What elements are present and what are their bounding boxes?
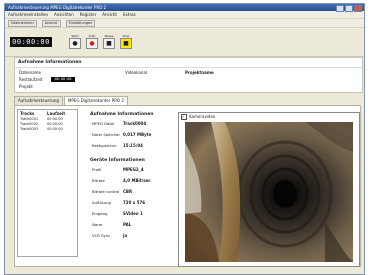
menu-item-register[interactable]: Register: [80, 11, 96, 18]
play-icon: ●: [72, 39, 78, 47]
detail-key: Bitrate: [92, 178, 105, 183]
detail-key: Bitrate control: [92, 189, 120, 194]
detail-key: VCR Sync: [92, 233, 111, 238]
track-name: Track0003: [20, 127, 39, 131]
label-projekt: Projekt: [19, 84, 33, 89]
start-button[interactable]: ●: [69, 38, 81, 49]
label-videokanal: Videokanal: [125, 70, 148, 75]
label-dateiname: Dateiname: [19, 70, 42, 75]
title-bar[interactable]: Aufnahmesteuerung MPEG Digitalrekorder P…: [5, 4, 364, 12]
record-control: Aufn ●: [86, 34, 98, 49]
window-controls: [336, 5, 362, 12]
detail-key: MPEG Datei: [92, 121, 115, 126]
detail-row: Datei Speicher 0,017 MByte: [88, 130, 174, 141]
detail-row: Bitrate 4,0 MBit/sec: [88, 176, 174, 187]
menu-bar: Aufnahmeeinstellen Ansichten Register An…: [5, 11, 364, 19]
detail-row: Eingang SVideo 1: [88, 209, 174, 220]
tab-aufnahmesteuerung[interactable]: Aufnahmesteuerung: [14, 96, 63, 105]
detail-key: Norm: [92, 222, 103, 227]
detail-key: Datei Speicher: [92, 132, 120, 137]
toolbar: Übernehmen Ansicht Einstellungen: [5, 19, 364, 28]
stop-button[interactable]: ■: [120, 38, 132, 49]
detail-key: Profil: [92, 167, 102, 172]
recording-info-title: Aufnahme Informationen: [15, 58, 362, 68]
detail-row: Auflösung 720 x 576: [88, 198, 174, 209]
detail-row: Bitrate control CBR: [88, 187, 174, 198]
toolbar-uebernehmen-button[interactable]: Übernehmen: [8, 19, 37, 27]
detail-value: 720 x 576: [123, 200, 146, 205]
detail-value: 0,017 MByte: [123, 132, 152, 137]
detail-value: SVideo 1: [123, 211, 143, 216]
project-name-value: Projektname: [185, 70, 214, 75]
detail-value: PAL: [123, 222, 132, 227]
pipe-inspection-video: [185, 122, 353, 262]
detail-row: VCR Sync ja: [88, 231, 174, 242]
detail-key: Restspeicher: [92, 143, 117, 148]
recording-controls: 00:00:00 Start ● Aufn ● Pause ■ Stop ■: [5, 28, 364, 57]
detail-value: CBR: [123, 189, 133, 194]
tab-strip: Aufnahmesteuerung MPEG Digitalrekorder P…: [14, 96, 128, 105]
menu-item-aufnahmeeinstellen[interactable]: Aufnahmeeinstellen: [8, 11, 48, 18]
laufzeit-column-header: Laufzeit: [47, 111, 66, 116]
pause-control: Pause ■: [103, 34, 115, 49]
maximize-icon[interactable]: [345, 5, 353, 12]
camera-label: Kameravideo: [189, 114, 216, 119]
camera-header: Kameravideo: [179, 113, 359, 120]
record-icon: ●: [89, 39, 95, 47]
detail-value: ja: [123, 233, 128, 238]
pause-icon: ■: [106, 39, 112, 47]
toolbar-einstellungen-button[interactable]: Einstellungen: [65, 19, 96, 27]
pause-button[interactable]: ■: [103, 38, 115, 49]
recording-info-panel: Aufnahme Informationen Dateiname Restlau…: [14, 57, 363, 93]
close-icon[interactable]: [354, 5, 362, 12]
detail-value: 15:15:04: [123, 143, 143, 148]
recording-details-title: Aufnahme Informationen: [90, 112, 154, 117]
pause-caption: Pause: [104, 34, 114, 38]
detail-row: MPEG Datei Track0004: [88, 119, 174, 130]
detail-value: MPEG2_4: [123, 167, 144, 172]
stop-control: Stop ■: [120, 34, 132, 49]
stop-icon: ■: [123, 39, 129, 47]
detail-key: Auflösung: [92, 200, 111, 205]
tracks-header: Tracks Laufzeit: [18, 110, 77, 117]
tracks-column-header: Tracks: [20, 111, 35, 116]
camera-checkbox[interactable]: [181, 113, 187, 120]
menu-item-ansicht[interactable]: Ansicht: [102, 11, 117, 18]
remaining-time-display: 00:00:00: [51, 77, 75, 82]
list-item[interactable]: Track0003 00:00:00: [18, 127, 77, 132]
minimize-icon[interactable]: [336, 5, 344, 12]
detail-value: 4,0 MBit/sec: [123, 178, 151, 183]
track-time: 00:00:00: [47, 127, 63, 131]
detail-key: Eingang: [92, 211, 108, 216]
camera-preview-panel: Kameravideo: [178, 112, 360, 267]
window-title: Aufnahmesteuerung MPEG Digitalrekorder P…: [8, 5, 107, 10]
detail-row: Profil MPEG2_4: [88, 165, 174, 176]
tab-mpeg-rekorder[interactable]: MPEG Digitalrekorder PRO 2: [63, 96, 128, 105]
start-control: Start ●: [69, 34, 81, 49]
details-panel: Aufnahme Informationen MPEG Datei Track0…: [88, 109, 174, 265]
device-info-title: Geräte Informationen: [90, 158, 145, 163]
tab-content: Tracks Laufzeit Track0001 00:00:00 Track…: [14, 105, 361, 267]
record-button[interactable]: ●: [86, 38, 98, 49]
detail-row: Restspeicher 15:15:04: [88, 141, 174, 152]
toolbar-ansicht-button[interactable]: Ansicht: [41, 19, 61, 27]
tracks-list[interactable]: Tracks Laufzeit Track0001 00:00:00 Track…: [17, 109, 78, 257]
time-counter: 00:00:00: [10, 37, 52, 47]
detail-row: Norm PAL: [88, 220, 174, 231]
label-restlaufzeit: Restlaufzeit: [19, 77, 43, 82]
detail-value: Track0004: [123, 121, 147, 126]
menu-item-extras[interactable]: Extras: [123, 11, 136, 18]
menu-item-ansichten[interactable]: Ansichten: [54, 11, 74, 18]
